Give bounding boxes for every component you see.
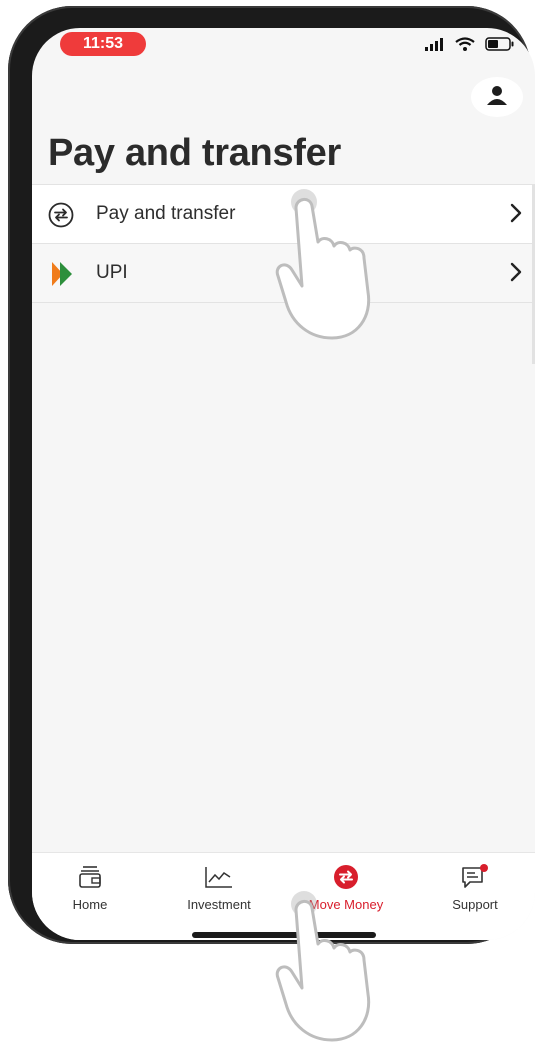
page-title: Pay and transfer <box>48 132 341 174</box>
nav-investment[interactable]: Investment <box>161 863 277 912</box>
status-icons <box>425 37 515 56</box>
wifi-icon <box>455 37 475 56</box>
nav-label: Support <box>452 897 498 912</box>
status-bar: 11:53 <box>32 28 535 74</box>
nav-home[interactable]: Home <box>32 863 148 912</box>
upi-logo-icon <box>48 261 74 287</box>
menu-item-label: UPI <box>96 262 128 283</box>
battery-icon <box>485 37 515 56</box>
nav-label: Investment <box>187 897 251 912</box>
status-time: 11:53 <box>60 32 146 56</box>
menu-item-pay-and-transfer[interactable]: Pay and transfer <box>32 184 535 243</box>
transfer-arrows-icon <box>48 202 74 228</box>
home-indicator <box>192 932 376 938</box>
nav-move-money[interactable]: Move Money <box>288 863 404 912</box>
transfer-arrows-icon <box>288 863 404 891</box>
menu-item-upi[interactable]: UPI <box>32 243 535 303</box>
scrollbar[interactable] <box>532 184 535 364</box>
chevron-right-icon <box>509 203 523 228</box>
wallet-icon <box>32 863 148 891</box>
nav-support[interactable]: Support <box>417 863 533 912</box>
chat-icon <box>417 863 533 891</box>
nav-label: Move Money <box>308 897 384 912</box>
profile-button[interactable] <box>471 77 523 117</box>
menu-item-label: Pay and transfer <box>96 203 236 224</box>
menu-list: Pay and transfer UPI <box>32 184 535 303</box>
nav-label: Home <box>72 897 108 912</box>
phone-frame: 11:53 Pay and transfer Pay and transfer … <box>8 6 535 944</box>
chevron-right-icon <box>509 262 523 287</box>
chart-icon <box>161 863 277 891</box>
person-icon <box>485 84 509 111</box>
app-screen: 11:53 Pay and transfer Pay and transfer … <box>32 28 535 940</box>
signal-icon <box>425 37 445 56</box>
bottom-nav: Home Investment Move Money Support <box>32 852 535 940</box>
